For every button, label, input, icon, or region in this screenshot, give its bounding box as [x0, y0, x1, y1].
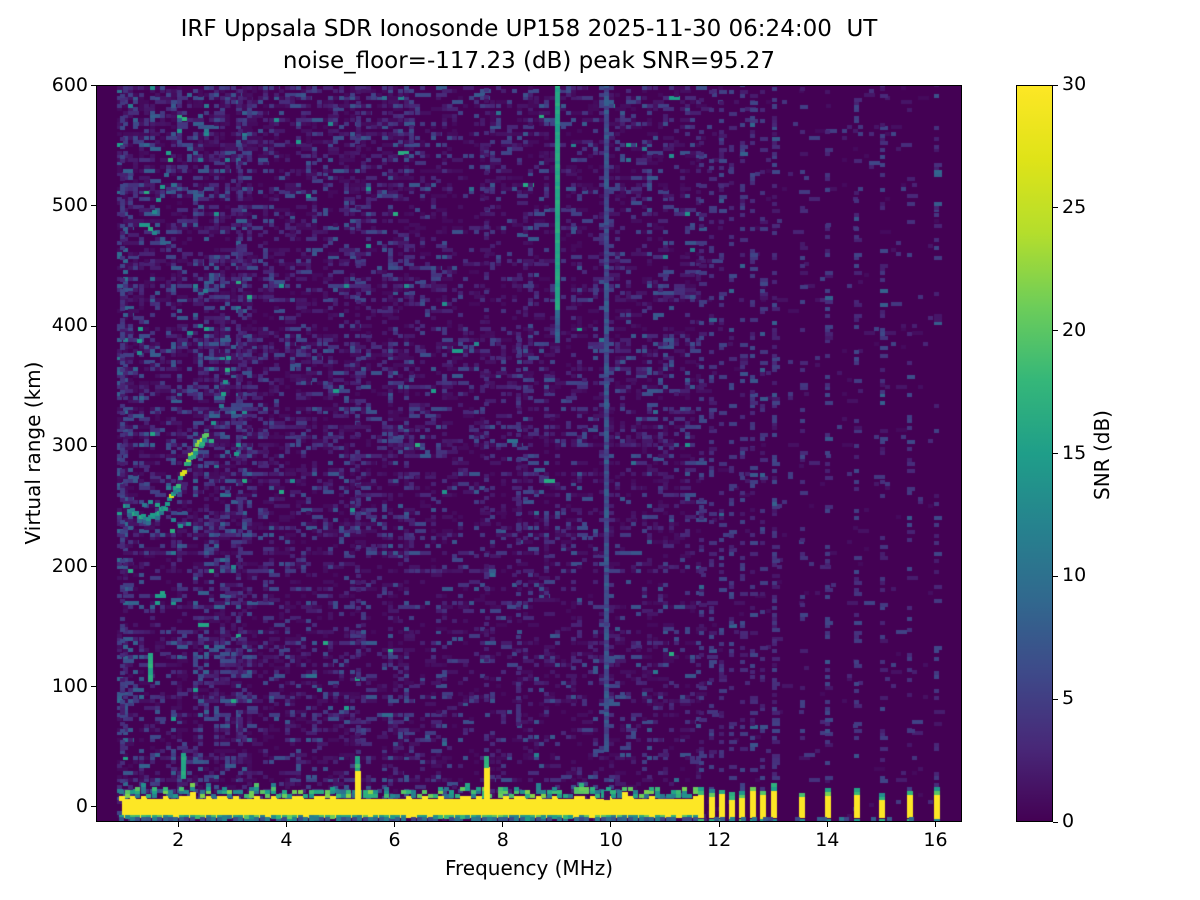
y-tick-mark: [91, 686, 96, 688]
colorbar-tick-label: 0: [1062, 810, 1075, 832]
colorbar: [1016, 85, 1053, 822]
x-tick-label: 12: [707, 829, 732, 851]
x-tick-mark: [718, 822, 720, 827]
y-tick-label: 400: [51, 314, 88, 337]
x-tick-label: 16: [923, 829, 948, 851]
colorbar-tick-mark: [1053, 453, 1058, 454]
colorbar-tick-label: 30: [1062, 73, 1087, 95]
x-tick-mark: [610, 822, 612, 827]
y-tick-label: 100: [51, 674, 88, 697]
ionogram-heatmap: [96, 85, 962, 822]
y-tick-label: 600: [51, 73, 88, 96]
x-tick-mark: [285, 822, 287, 827]
y-tick-mark: [91, 325, 96, 327]
colorbar-tick-mark: [1053, 84, 1058, 86]
colorbar-tick-mark: [1053, 207, 1058, 209]
y-tick-mark: [91, 566, 96, 567]
x-tick-mark: [826, 822, 828, 827]
y-tick-label: 0: [75, 794, 88, 817]
x-tick-label: 10: [598, 829, 624, 851]
y-axis-label: Virtual range (km): [21, 361, 45, 545]
x-tick-label: 8: [496, 829, 509, 851]
x-axis-label: Frequency (MHz): [444, 856, 614, 880]
x-tick-label: 6: [388, 829, 401, 851]
y-tick-mark: [91, 445, 96, 447]
x-tick-mark: [177, 822, 179, 827]
y-tick-mark: [91, 806, 96, 808]
colorbar-tick-label: 10: [1062, 564, 1087, 587]
chart-title: IRF Uppsala SDR Ionosonde UP158 2025-11-…: [180, 16, 878, 42]
x-tick-label: 14: [815, 829, 840, 851]
x-tick-mark: [934, 822, 936, 827]
x-tick-label: 4: [280, 829, 293, 851]
colorbar-tick-mark: [1053, 698, 1058, 700]
y-tick-mark: [91, 205, 96, 207]
colorbar-tick-mark: [1053, 330, 1058, 332]
colorbar-tick-label: 25: [1062, 195, 1087, 218]
x-tick-mark: [394, 822, 396, 827]
colorbar-label: SNR (dB): [1090, 410, 1114, 500]
colorbar-tick-mark: [1053, 821, 1058, 823]
y-tick-label: 200: [51, 554, 88, 577]
colorbar-tick-mark: [1053, 575, 1058, 577]
colorbar-tick-label: 20: [1062, 318, 1087, 341]
y-tick-label: 500: [51, 193, 88, 216]
x-tick-label: 2: [172, 829, 185, 851]
x-tick-mark: [502, 822, 504, 827]
chart-subtitle: noise_floor=-117.23 (dB) peak SNR=95.27: [282, 48, 776, 74]
y-tick-mark: [91, 85, 96, 87]
colorbar-tick-label: 5: [1062, 687, 1075, 710]
